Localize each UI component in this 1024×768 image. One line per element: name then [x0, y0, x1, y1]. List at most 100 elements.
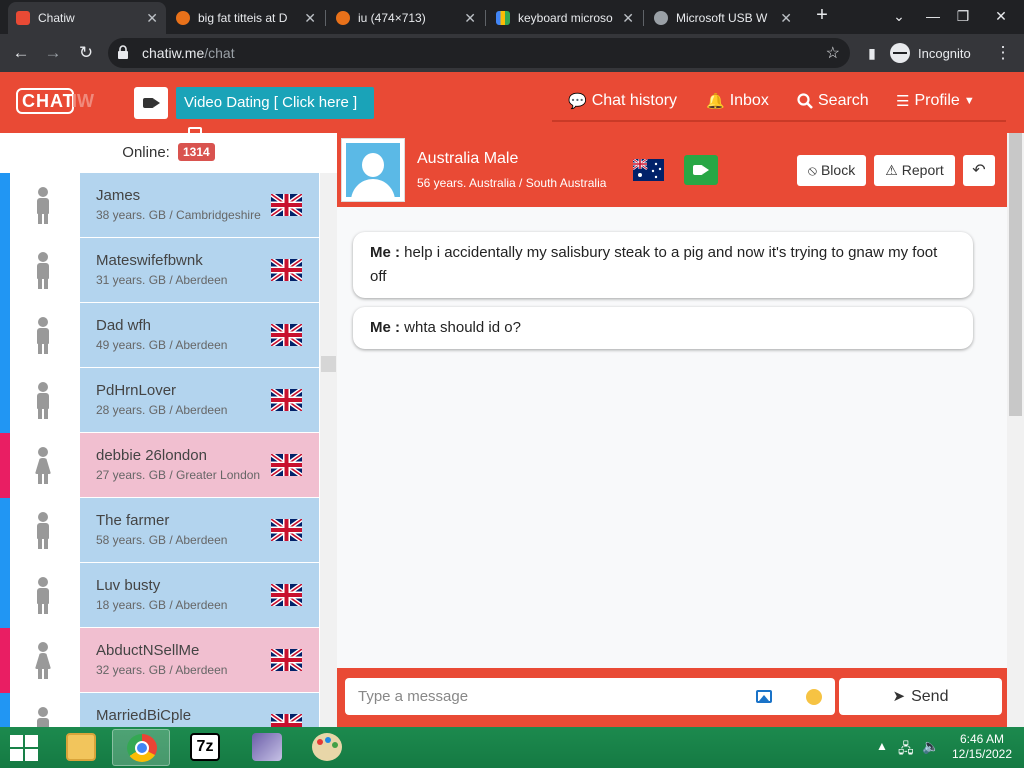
online-label: Online:: [122, 144, 170, 161]
tray-expand-icon[interactable]: ▲: [876, 739, 888, 768]
forward-arrow-icon[interactable]: →: [40, 40, 66, 66]
nav-search[interactable]: Search: [797, 92, 869, 110]
page-scrollbar[interactable]: [1007, 133, 1024, 727]
block-button[interactable]: ⦸ Block: [797, 155, 866, 186]
partner-info: 56 years. Australia / South Australia: [417, 176, 607, 190]
reload-icon[interactable]: ↻: [73, 40, 99, 66]
address-bar[interactable]: chatiw.me/chat ☆: [108, 38, 850, 68]
chat-bubbles-icon: 💬: [568, 93, 587, 110]
scrollbar-thumb[interactable]: [1009, 133, 1022, 416]
tab-chatiw[interactable]: Chatiw ✕: [8, 2, 166, 34]
incognito-profile[interactable]: Incognito: [890, 40, 971, 66]
nav-label: Inbox: [729, 92, 769, 109]
tab-keyboard[interactable]: keyboard microso ✕: [488, 2, 642, 34]
close-tab-icon[interactable]: ✕: [304, 10, 316, 27]
gender-stripe: [0, 303, 10, 368]
user-list-item[interactable]: James 38 years. GB / Cambridgeshire: [0, 173, 320, 238]
send-button[interactable]: ➤ Send: [839, 678, 1002, 715]
nav-divider: [552, 120, 1006, 122]
uk-flag-icon: [271, 714, 302, 727]
paint-icon[interactable]: [298, 729, 356, 766]
user-list-item[interactable]: Luv busty 18 years. GB / Aberdeen: [0, 563, 320, 628]
nav-chat-history[interactable]: 💬 Chat history: [568, 92, 677, 110]
gender-stripe: [0, 628, 10, 693]
user-info: 18 years. GB / Aberdeen: [96, 598, 228, 612]
user-list-item[interactable]: MarriedBiCple: [0, 693, 320, 727]
user-list-item[interactable]: Dad wfh 49 years. GB / Aberdeen: [0, 303, 320, 368]
back-reply-button[interactable]: ↶: [963, 155, 995, 186]
australia-flag-icon: [633, 159, 664, 181]
chatiw-logo[interactable]: CHAT IW: [16, 86, 96, 120]
user-list-item[interactable]: PdHrnLover 28 years. GB / Aberdeen: [0, 368, 320, 433]
user-name: James: [96, 187, 141, 204]
nav-label: Search: [818, 92, 869, 109]
file-explorer-icon[interactable]: [52, 729, 110, 766]
user-list-item[interactable]: Mateswifefbwnk 31 years. GB / Aberdeen: [0, 238, 320, 303]
close-tab-icon[interactable]: ✕: [146, 10, 158, 27]
online-count-badge: 1314: [178, 143, 215, 161]
side-panel-icon[interactable]: ▮: [859, 40, 885, 66]
volume-icon[interactable]: 🔈: [922, 738, 939, 768]
video-camera-button[interactable]: [134, 87, 168, 119]
user-info: 28 years. GB / Aberdeen: [96, 403, 228, 417]
uk-flag-icon: [271, 454, 302, 476]
system-clock[interactable]: 6:46 AM 12/15/2022: [944, 732, 1020, 762]
tab-big-fat[interactable]: big fat titteis at D ✕: [168, 2, 324, 34]
windows-taskbar: 7z ▲ 🖧 🔈 6:46 AM 12/15/2022: [0, 727, 1024, 768]
close-tab-icon[interactable]: ✕: [622, 10, 634, 27]
video-camera-icon: [693, 165, 709, 175]
uk-flag-icon: [271, 259, 302, 281]
back-arrow-icon[interactable]: ←: [8, 40, 34, 66]
7zip-icon[interactable]: 7z: [176, 729, 234, 766]
user-avatar: [10, 693, 80, 727]
nav-inbox[interactable]: 🔔 Inbox: [706, 92, 769, 110]
chrome-icon[interactable]: [112, 729, 170, 766]
report-button[interactable]: ⚠ Report: [874, 155, 955, 186]
bookmark-star-icon[interactable]: ☆: [826, 43, 840, 63]
user-list: James 38 years. GB / Cambridgeshire Matesw…: [0, 173, 320, 727]
emoji-icon[interactable]: [806, 689, 822, 705]
new-tab-button[interactable]: +: [810, 4, 834, 27]
user-name: PdHrnLover: [96, 382, 177, 399]
video-call-button[interactable]: [684, 155, 718, 185]
tab-microsoft-usb[interactable]: Microsoft USB W ✕: [646, 2, 800, 34]
nav-profile[interactable]: ☰ Profile ▼: [896, 92, 975, 110]
network-icon[interactable]: 🖧: [898, 738, 914, 768]
video-dating-button[interactable]: Video Dating [ Click here ]: [176, 87, 374, 141]
user-list-item[interactable]: AbductNSellMe 32 years. GB / Aberdeen: [0, 628, 320, 693]
clock-time: 6:46 AM: [959, 732, 1005, 746]
user-avatar: [10, 563, 80, 628]
app-wizard-icon[interactable]: [238, 729, 296, 766]
ban-icon: ⦸: [807, 162, 817, 178]
scrollbar-thumb[interactable]: [321, 356, 336, 372]
logo-text-faded: IW: [72, 91, 94, 111]
male-person-icon: [34, 512, 52, 550]
user-info: 58 years. GB / Aberdeen: [96, 533, 228, 547]
close-window-icon[interactable]: ✕: [978, 0, 1024, 34]
user-list-scrollbar[interactable]: [320, 173, 337, 727]
tab-iu-image[interactable]: iu (474×713) ✕: [328, 2, 484, 34]
user-list-item[interactable]: The farmer 58 years. GB / Aberdeen: [0, 498, 320, 563]
message-text: whta should id o?: [404, 319, 521, 336]
image-upload-icon[interactable]: [756, 690, 772, 703]
menu-dots-icon[interactable]: ⋮: [990, 40, 1016, 66]
online-users-panel: Online: 1314 James 38 years. GB / Cambrid…: [0, 133, 337, 727]
close-tab-icon[interactable]: ✕: [464, 10, 476, 27]
user-avatar: [10, 628, 80, 693]
partner-name: Australia Male: [417, 150, 519, 167]
gender-stripe: [0, 238, 10, 303]
uk-flag-icon: [271, 194, 302, 216]
chat-messages: Me : help i accidentally my salisbury st…: [337, 207, 1007, 668]
globe-icon: [654, 11, 668, 25]
user-name: MarriedBiCple: [96, 707, 192, 724]
tab-title: iu (474×713): [358, 11, 426, 25]
user-info: 38 years. GB / Cambridgeshire: [96, 208, 261, 222]
user-list-item[interactable]: debbie 26london 27 years. GB / Greater Lo…: [0, 433, 320, 498]
paper-plane-icon: ➤: [892, 688, 906, 705]
browser-toolbar: ← → ↻ chatiw.me/chat ☆ ▮ Incognito ⋮: [0, 34, 1024, 72]
close-tab-icon[interactable]: ✕: [780, 10, 792, 27]
partner-avatar[interactable]: [341, 138, 405, 202]
male-person-icon: [34, 577, 52, 615]
start-button[interactable]: [8, 733, 40, 763]
site-header: CHAT IW Video Dating [ Click here ] 💬 Ch…: [0, 72, 1024, 141]
